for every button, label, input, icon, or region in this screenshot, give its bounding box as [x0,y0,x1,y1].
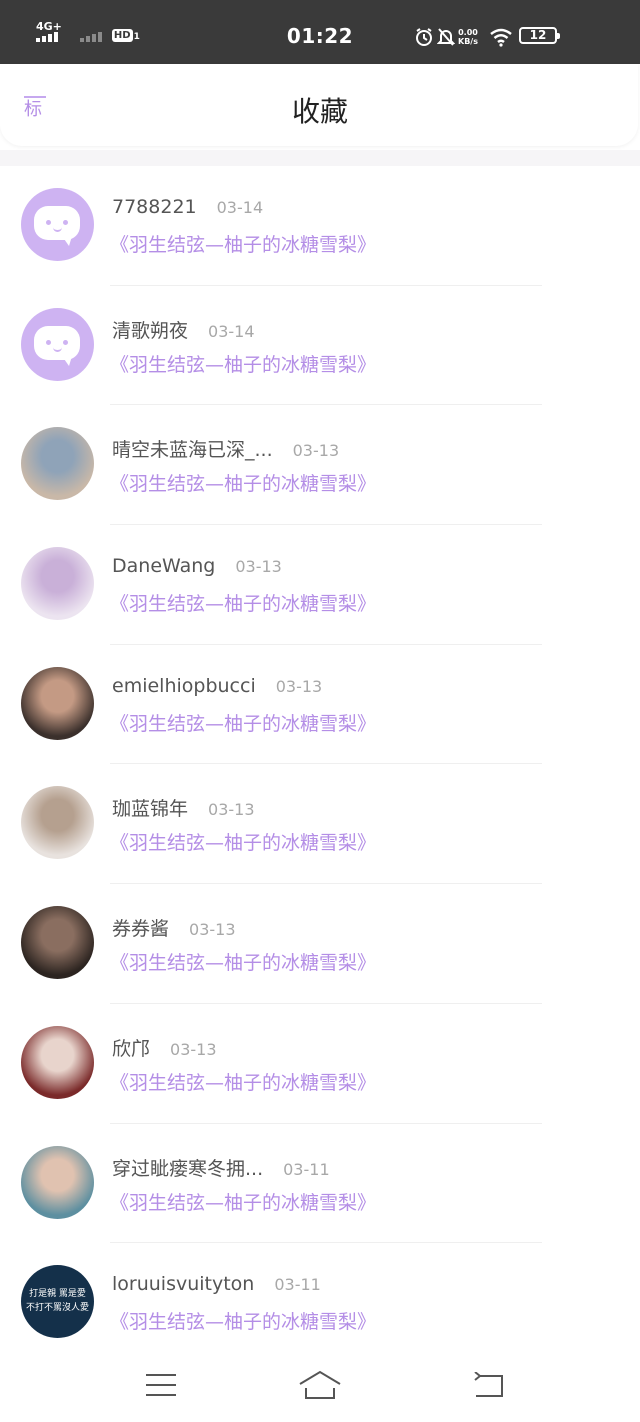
name-row: 券券酱 03-13 [112,914,236,941]
date: 03-11 [274,1275,321,1295]
list-item[interactable]: 打是親 罵是愛 不打不罵沒人愛 loruuisvuityton 03-11 《羽生结弦… [0,1243,640,1363]
name-row: loruuisvuityton 03-11 [112,1273,321,1295]
date: 03-13 [275,676,323,696]
user-name[interactable]: loruuisvuityton [112,1273,254,1295]
list-item[interactable]: 欣邝 03-13 《羽生结弦—柚子的冰糖雪梨》 [0,1004,640,1124]
user-name[interactable]: 欣邝 [112,1034,150,1061]
mute-bell-icon [437,28,455,46]
user-name[interactable]: 穿过眦瘘寒冬拥... [112,1154,263,1181]
page-title: 收藏 [291,95,348,128]
avatar[interactable] [21,1145,94,1219]
menu-icon[interactable] [146,1374,176,1396]
article-link[interactable]: 《羽生结弦—柚子的冰糖雪梨》 [110,1068,376,1095]
user-name[interactable]: 券券酱 [112,914,169,941]
name-row: 晴空未蓝海已深_... 03-13 [112,435,339,462]
home-icon[interactable] [298,1370,342,1400]
name-row: 7788221 03-14 [112,196,263,218]
user-name[interactable]: DaneWang [112,555,215,577]
header: 标 收藏 [0,64,638,146]
date: 03-13 [235,557,282,577]
avatar[interactable] [21,547,94,621]
name-row: emielhiopbucci 03-13 [112,675,322,697]
article-link[interactable]: 《羽生结弦—柚子的冰糖雪梨》 [110,230,376,257]
name-row: DaneWang 03-13 [112,555,282,577]
date: 03-13 [208,800,255,820]
list-item[interactable]: emielhiopbucci 03-13 《羽生结弦—柚子的冰糖雪梨》 [0,645,640,765]
avatar[interactable] [21,906,94,980]
avatar[interactable] [21,786,94,860]
user-name[interactable]: 晴空未蓝海已深_... [112,435,273,462]
avatar-text: 打是親 罵是愛 不打不罵沒人愛 [25,1289,89,1314]
avatar[interactable] [21,1025,94,1099]
favorites-list: 7788221 03-14 《羽生结弦—柚子的冰糖雪梨》 清歌朔夜 03-14 《羽生结弦… [0,166,640,1363]
system-nav-bar [0,1350,640,1422]
name-row: 清歌朔夜 03-14 [112,316,255,343]
status-bar: 4G+ HD 1 01:22 0.00 KB/s 12 [0,0,640,64]
avatar[interactable] [21,666,94,740]
date: 03-14 [208,321,255,341]
avatar[interactable] [21,427,94,501]
article-link[interactable]: 《羽生结弦—柚子的冰糖雪梨》 [110,948,376,975]
name-row: 欣邝 03-13 [112,1034,217,1061]
list-item[interactable]: 晴空未蓝海已深_... 03-13 《羽生结弦—柚子的冰糖雪梨》 [0,405,640,526]
back-icon[interactable] [472,1372,506,1398]
article-link[interactable]: 《羽生结弦—柚子的冰糖雪梨》 [110,469,376,496]
network-speed: 0.00 KB/s [458,28,478,46]
article-link[interactable]: 《羽生结弦—柚子的冰糖雪梨》 [110,1307,376,1334]
list-item[interactable]: DaneWang 03-13 《羽生结弦—柚子的冰糖雪梨》 [0,525,640,645]
alarm-icon [416,28,432,46]
user-name[interactable]: 7788221 [112,196,197,218]
list-item[interactable]: 珈蓝锦年 03-13 《羽生结弦—柚子的冰糖雪梨》 [0,764,640,885]
article-link[interactable]: 《羽生结弦—柚子的冰糖雪梨》 [110,350,376,377]
default-avatar-icon[interactable] [21,188,94,261]
date: 03-11 [283,1159,330,1179]
list-item[interactable]: 清歌朔夜 03-14 《羽生结弦—柚子的冰糖雪梨》 [0,286,640,406]
list-item[interactable]: 券券酱 03-13 《羽生结弦—柚子的冰糖雪梨》 [0,884,640,1004]
article-link[interactable]: 《羽生结弦—柚子的冰糖雪梨》 [110,828,376,855]
list-item[interactable]: 穿过眦瘘寒冬拥... 03-11 《羽生结弦—柚子的冰糖雪梨》 [0,1124,640,1244]
article-link[interactable]: 《羽生结弦—柚子的冰糖雪梨》 [110,1188,376,1215]
article-link[interactable]: 《羽生结弦—柚子的冰糖雪梨》 [110,589,376,616]
date: 03-13 [170,1039,217,1059]
user-name[interactable]: emielhiopbucci [112,675,256,697]
battery-icon: 12 [519,27,560,44]
avatar[interactable]: 打是親 罵是愛 不打不罵沒人愛 [21,1265,94,1339]
article-link[interactable]: 《羽生结弦—柚子的冰糖雪梨》 [110,709,376,736]
date: 03-14 [216,198,264,217]
default-avatar-icon[interactable] [21,307,94,381]
wifi-icon [490,28,512,47]
user-name[interactable]: 珈蓝锦年 [112,794,188,821]
date: 03-13 [292,441,340,461]
date: 03-13 [189,920,236,940]
name-row: 穿过眦瘘寒冬拥... 03-11 [112,1154,330,1181]
list-item[interactable]: 7788221 03-14 《羽生结弦—柚子的冰糖雪梨》 [0,166,640,286]
user-name[interactable]: 清歌朔夜 [112,316,188,343]
header-divider [0,150,640,166]
name-row: 珈蓝锦年 03-13 [112,794,255,821]
